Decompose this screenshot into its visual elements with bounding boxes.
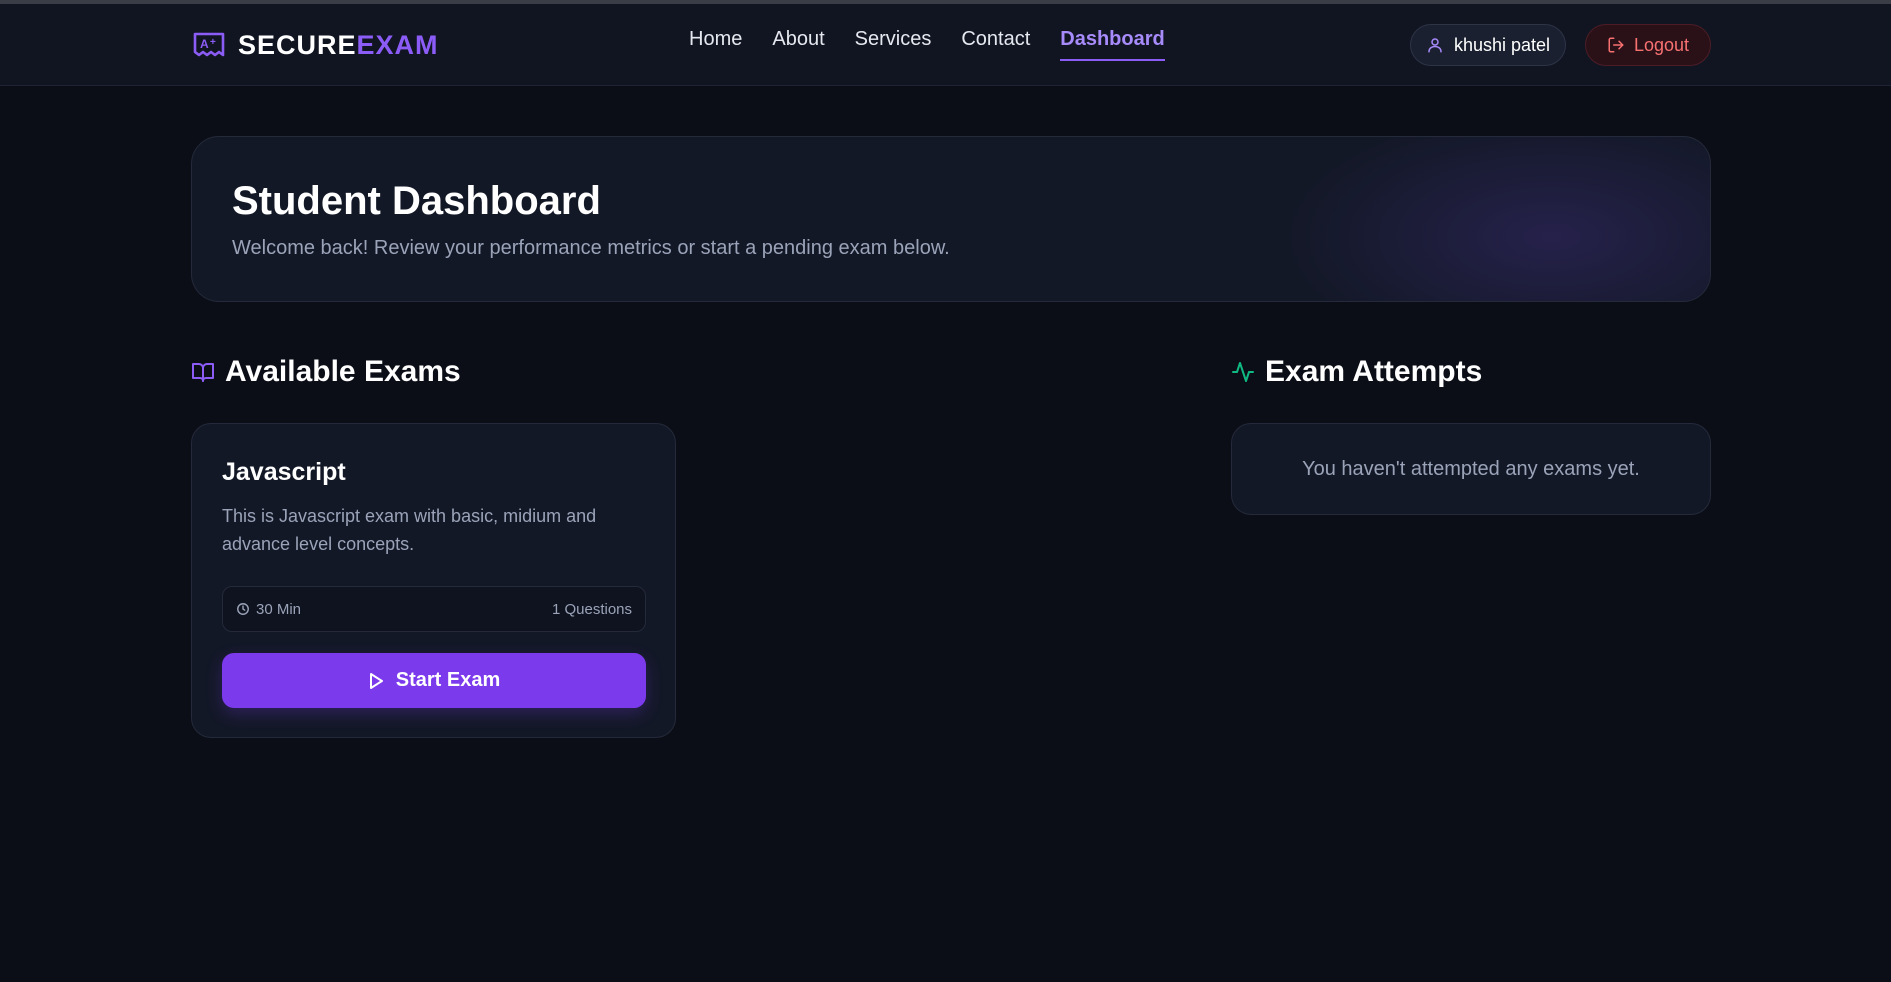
book-open-icon xyxy=(192,363,214,382)
exam-description: This is Javascript exam with basic, midi… xyxy=(222,506,597,554)
exam-attempts-empty-text: You haven't attempted any exams yet. xyxy=(1302,457,1640,480)
logout-label: Logout xyxy=(1633,34,1690,55)
page-title: Student Dashboard xyxy=(232,179,601,223)
start-exam-button[interactable]: Start Exam xyxy=(222,653,646,708)
exam-duration-value: 30 Min xyxy=(256,600,302,618)
start-exam-label: Start Exam xyxy=(395,669,501,691)
page-subtitle: Welcome back! Review your performance me… xyxy=(232,237,950,259)
activity-icon xyxy=(1232,362,1254,382)
logout-button[interactable]: Logout xyxy=(1585,24,1711,66)
main-nav: Home About Services Contact Dashboard xyxy=(689,28,1165,61)
user-icon xyxy=(1428,38,1442,53)
exam-duration: 30 Min xyxy=(236,601,301,618)
nav-services[interactable]: Services xyxy=(855,28,932,61)
nav-home[interactable]: Home xyxy=(689,28,742,61)
brand-name-part1: SECURE xyxy=(238,30,357,60)
exam-attempts-empty-card: You haven't attempted any exams yet. xyxy=(1231,423,1711,515)
user-profile-button[interactable]: khushi patel xyxy=(1410,24,1566,66)
nav-about[interactable]: About xyxy=(772,28,824,61)
exam-badge-icon: A + xyxy=(193,32,225,56)
clock-icon xyxy=(237,603,249,615)
navbar: A + SECUREEXAM Home About Services Conta… xyxy=(0,4,1891,86)
available-exams-title: Available Exams xyxy=(225,355,461,388)
brand-name-part2: EXAM xyxy=(356,30,439,60)
brand-name: SECUREEXAM xyxy=(238,30,439,61)
play-icon xyxy=(369,672,383,689)
exam-card: Javascript This is Javascript exam with … xyxy=(191,423,676,738)
svg-text:+: + xyxy=(210,37,216,48)
dashboard-hero-card: Student Dashboard Welcome back! Review y… xyxy=(191,136,1711,302)
nav-contact[interactable]: Contact xyxy=(961,28,1030,61)
exam-attempts-title: Exam Attempts xyxy=(1265,355,1483,388)
logout-icon xyxy=(1608,37,1624,53)
exam-attempts-heading: Exam Attempts xyxy=(1231,355,1482,389)
exam-meta: 30 Min 1 Questions xyxy=(222,586,646,632)
brand-logo[interactable]: A + SECUREEXAM xyxy=(192,30,439,61)
nav-dashboard[interactable]: Dashboard xyxy=(1060,28,1165,61)
available-exams-heading: Available Exams xyxy=(191,355,461,389)
exam-question-count: 1 Questions xyxy=(551,600,632,618)
exam-title: Javascript xyxy=(222,458,346,486)
svg-text:A: A xyxy=(200,37,209,51)
user-name: khushi patel xyxy=(1453,34,1551,55)
